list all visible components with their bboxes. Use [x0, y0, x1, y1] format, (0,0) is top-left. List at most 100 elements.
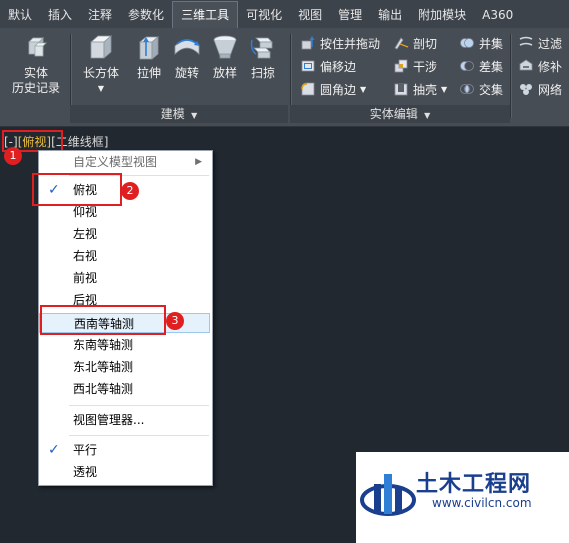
ribbon-separator [510, 34, 511, 118]
tab-output[interactable]: 输出 [370, 2, 410, 28]
loft-button[interactable]: 放样 [204, 32, 246, 81]
solid-history-label-1: 实体 [23, 66, 48, 80]
tab-annotate[interactable]: 注释 [80, 2, 120, 28]
slice-button[interactable]: 剖切 [393, 33, 437, 53]
filter-icon [519, 36, 533, 46]
menu-item-parallel[interactable]: ✓ 平行 [39, 440, 210, 460]
menu-item-se-isometric[interactable]: 东南等轴测 [39, 335, 210, 355]
watermark-url: www.civilcn.com [432, 496, 532, 510]
menu-item-front[interactable]: 前视 [39, 268, 210, 288]
solid-history-icon [28, 37, 47, 57]
menu-item-view-manager[interactable]: 视图管理器... [39, 410, 210, 430]
shell-icon [394, 83, 408, 96]
extrude-button[interactable]: 拉伸 [128, 32, 170, 81]
subtract-button[interactable]: 差集 [459, 56, 503, 76]
sweep-label: 扫掠 [250, 66, 275, 80]
repair-button[interactable]: 修补 [518, 56, 562, 76]
intersect-icon [460, 84, 474, 94]
loft-icon [213, 35, 237, 59]
box-dropdown-arrow-icon[interactable]: ▼ [98, 81, 104, 96]
union-button[interactable]: 并集 [459, 33, 503, 53]
union-label: 并集 [479, 36, 504, 51]
interfere-label: 干涉 [413, 59, 438, 74]
menu-item-custom-model-views[interactable]: 自定义模型视图 ▶ [39, 152, 210, 172]
tab-manage[interactable]: 管理 [330, 2, 370, 28]
panel-modeling-label: 建模 [160, 107, 185, 121]
filter-button[interactable]: 过滤 [518, 33, 562, 53]
panel-solid-edit-title[interactable]: 实体编辑 ▼ [290, 105, 510, 123]
tab-default[interactable]: 默认 [0, 2, 40, 28]
offset-edge-icon [301, 60, 315, 72]
tab-parametric[interactable]: 参数化 [120, 2, 172, 28]
extrude-icon [138, 36, 160, 60]
filter-label: 过滤 [538, 36, 563, 51]
menu-item-label: 视图管理器... [73, 413, 145, 427]
press-pull-label: 按住并拖动 [320, 36, 381, 51]
fillet-edge-label: 圆角边 [320, 82, 357, 97]
slice-label: 剖切 [413, 36, 438, 51]
mesh-label: 网络 [538, 82, 563, 97]
revolve-button[interactable]: 旋转 [166, 32, 208, 81]
watermark-name: 土木工程网 [416, 472, 532, 497]
checkmark-icon: ✓ [48, 442, 60, 458]
subtract-icon [460, 61, 474, 71]
menu-item-nw-isometric[interactable]: 西北等轴测 [39, 379, 210, 399]
tab-insert[interactable]: 插入 [40, 2, 80, 28]
menu-item-label: 前视 [73, 271, 98, 285]
fillet-edge-button[interactable]: 圆角边 ▼ [300, 79, 366, 99]
box-icon [89, 35, 113, 59]
menu-item-label: 左视 [73, 227, 98, 241]
offset-edge-button[interactable]: 偏移边 [300, 56, 356, 76]
menu-separator [69, 435, 209, 436]
interfere-icon [394, 59, 408, 73]
shell-label: 抽壳 [413, 82, 438, 97]
panel-solid-edit-label: 实体编辑 [369, 107, 418, 121]
intersect-button[interactable]: 交集 [459, 79, 503, 99]
union-icon [460, 38, 474, 48]
annotation-badge-3: 3 [166, 312, 184, 330]
mesh-icon [520, 84, 532, 95]
shell-dropdown-icon[interactable]: ▼ [441, 85, 447, 94]
sweep-icon [250, 37, 273, 59]
menu-item-label: 自定义模型视图 [73, 155, 158, 169]
menu-item-left[interactable]: 左视 [39, 224, 210, 244]
watermark: 土木工程网 www.civilcn.com [356, 452, 569, 543]
annotation-badge-2: 2 [121, 182, 139, 200]
tab-addins[interactable]: 附加模块 [410, 2, 474, 28]
menu-item-label: 东北等轴测 [73, 360, 134, 374]
shell-button[interactable]: 抽壳 ▼ [393, 79, 447, 99]
panel-modeling-title[interactable]: 建模 ▼ [70, 105, 288, 123]
tab-visualize[interactable]: 可视化 [238, 2, 290, 28]
solid-history-button[interactable]: 实体 历史记录 [12, 32, 60, 96]
repair-icon [519, 59, 533, 71]
menu-item-label: 右视 [73, 249, 98, 263]
sweep-button[interactable]: 扫掠 [242, 32, 284, 81]
menu-item-right[interactable]: 右视 [39, 246, 210, 266]
fillet-edge-dropdown-icon[interactable]: ▼ [360, 85, 366, 94]
intersect-label: 交集 [479, 82, 504, 97]
menu-item-ne-isometric[interactable]: 东北等轴测 [39, 357, 210, 377]
menu-item-label: 东南等轴测 [73, 338, 134, 352]
menu-item-label: 平行 [73, 443, 98, 457]
subtract-label: 差集 [479, 59, 504, 74]
fillet-edge-icon [301, 82, 315, 96]
interfere-button[interactable]: 干涉 [393, 56, 437, 76]
menu-item-perspective[interactable]: 透视 [39, 462, 210, 482]
annotation-badge-1: 1 [4, 147, 22, 165]
menu-separator [69, 405, 209, 406]
box-button[interactable]: 长方体 ▼ [80, 32, 122, 96]
tab-3d-tools[interactable]: 三维工具 [172, 1, 239, 28]
annotation-box-3 [40, 305, 166, 335]
revolve-label: 旋转 [174, 66, 199, 80]
mesh-button[interactable]: 网络 [518, 79, 562, 99]
revolve-icon [174, 39, 200, 55]
tab-a360[interactable]: A360 [474, 2, 521, 28]
submenu-arrow-icon: ▶ [195, 157, 202, 167]
watermark-logo-icon [360, 474, 416, 516]
press-pull-button[interactable]: 按住并拖动 [300, 33, 380, 53]
tab-view[interactable]: 视图 [290, 2, 330, 28]
ribbon-tab-bar: 默认 插入 注释 参数化 三维工具 可视化 视图 管理 输出 附加模块 A360 [0, 0, 569, 29]
ribbon-panel: 实体 历史记录 长方体 ▼ 拉伸 旋转 放样 扫掠 建模 ▼ 按住并拖动 偏移边… [0, 28, 569, 127]
panel-modeling-arrow-icon: ▼ [188, 111, 198, 120]
repair-label: 修补 [538, 59, 563, 74]
